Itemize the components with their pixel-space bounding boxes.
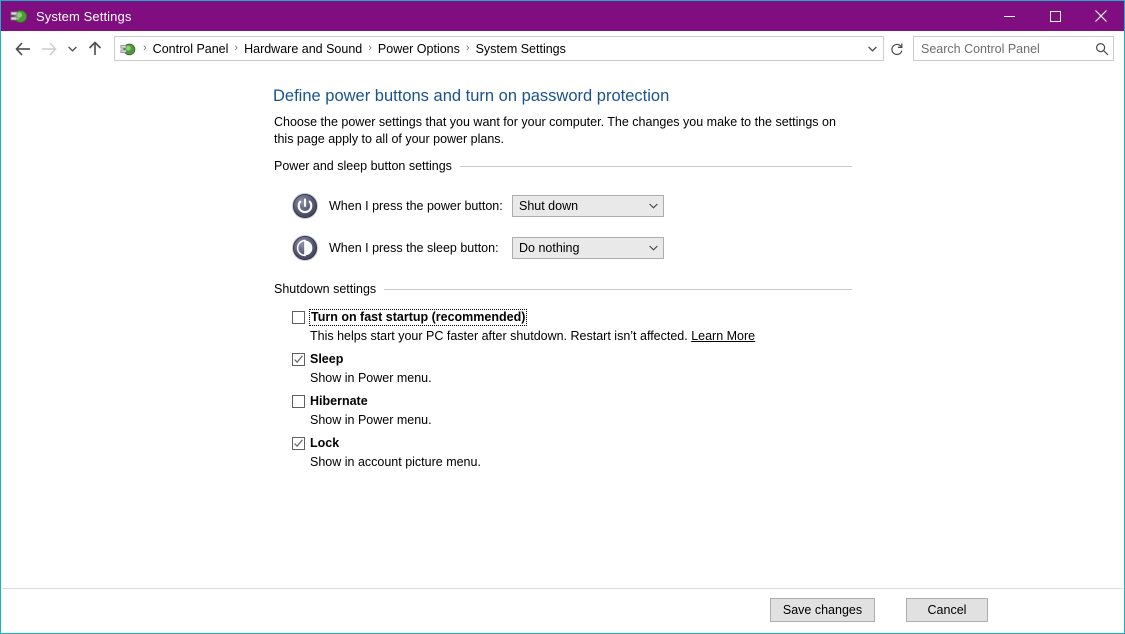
- checkbox-row-lock[interactable]: Lock: [274, 436, 852, 451]
- up-button[interactable]: [82, 36, 108, 62]
- search-input[interactable]: [914, 42, 1091, 56]
- power-and-sleep-section: Power and sleep button settings: [274, 159, 852, 262]
- hibernate-description: Show in Power menu.: [310, 413, 432, 427]
- checkbox-label-hibernate: Hibernate: [310, 394, 368, 409]
- sleep-description: Show in Power menu.: [310, 371, 432, 385]
- breadcrumb-separator: ›: [231, 43, 241, 54]
- section-divider: [460, 166, 852, 167]
- checkbox-label-fast-startup: Turn on fast startup (recommended): [310, 310, 526, 325]
- power-section-title: Power and sleep button settings: [274, 159, 460, 173]
- save-changes-button[interactable]: Save changes: [770, 598, 875, 622]
- sleep-button-value: Do nothing: [513, 241, 643, 255]
- lock-description: Show in account picture menu.: [310, 455, 481, 469]
- control-panel-icon: [120, 41, 136, 57]
- system-settings-icon: [10, 7, 28, 25]
- page-description: Choose the power settings that you want …: [274, 114, 839, 148]
- checkbox-row-fast-startup[interactable]: Turn on fast startup (recommended): [274, 310, 852, 325]
- checkbox-row-hibernate[interactable]: Hibernate: [274, 394, 852, 409]
- footer-bar: Save changes Cancel: [2, 588, 1123, 632]
- breadcrumb-item-system-settings[interactable]: System Settings: [473, 42, 569, 56]
- close-button[interactable]: [1078, 1, 1124, 31]
- power-button-icon: [291, 192, 319, 220]
- checkbox-lock[interactable]: [292, 437, 305, 450]
- breadcrumb-separator: ›: [365, 43, 375, 54]
- window-controls: [986, 1, 1124, 31]
- sleep-button-dropdown[interactable]: Do nothing: [512, 237, 664, 259]
- shutdown-section-header: Shutdown settings: [274, 282, 852, 296]
- chevron-down-icon: [643, 203, 663, 209]
- checkbox-label-sleep: Sleep: [310, 352, 343, 367]
- navigation-bar: › Control Panel › Hardware and Sound › P…: [2, 32, 1123, 65]
- fast-startup-description: This helps start your PC faster after sh…: [310, 329, 691, 343]
- checkbox-desc-lock: Show in account picture menu.: [310, 453, 852, 471]
- learn-more-link[interactable]: Learn More: [691, 329, 755, 343]
- power-button-value: Shut down: [513, 199, 643, 213]
- window-title: System Settings: [36, 9, 131, 24]
- content-area: Define power buttons and turn on passwor…: [2, 65, 1123, 590]
- power-button-dropdown[interactable]: Shut down: [512, 195, 664, 217]
- breadcrumb-separator: ›: [463, 43, 473, 54]
- checkbox-fast-startup[interactable]: [292, 311, 305, 324]
- breadcrumb-item-power-options[interactable]: Power Options: [375, 42, 463, 56]
- recent-locations-button[interactable]: [62, 36, 82, 62]
- checkbox-label-lock: Lock: [310, 436, 339, 451]
- title-bar: System Settings: [1, 1, 1124, 31]
- maximize-button[interactable]: [1032, 1, 1078, 31]
- address-bar[interactable]: › Control Panel › Hardware and Sound › P…: [114, 36, 884, 61]
- breadcrumb-separator: ›: [140, 43, 150, 54]
- system-settings-window: System Settings: [0, 0, 1125, 634]
- section-divider: [384, 289, 852, 290]
- page-title: Define power buttons and turn on passwor…: [273, 87, 669, 106]
- refresh-icon[interactable]: [885, 37, 909, 60]
- chevron-down-icon: [643, 245, 663, 251]
- sleep-button-row: When I press the sleep button: Do nothin…: [274, 234, 852, 262]
- cancel-button[interactable]: Cancel: [906, 598, 988, 622]
- checkbox-hibernate[interactable]: [292, 395, 305, 408]
- sleep-button-icon: [291, 234, 319, 262]
- search-box[interactable]: [913, 36, 1114, 61]
- checkbox-desc-fast-startup: This helps start your PC faster after sh…: [310, 327, 852, 345]
- checkbox-desc-sleep: Show in Power menu.: [310, 369, 852, 387]
- breadcrumb-item-control-panel[interactable]: Control Panel: [150, 42, 232, 56]
- shutdown-section-title: Shutdown settings: [274, 282, 384, 296]
- power-button-label: When I press the power button:: [329, 199, 512, 213]
- minimize-button[interactable]: [986, 1, 1032, 31]
- sleep-button-label: When I press the sleep button:: [329, 241, 512, 255]
- breadcrumb-item-hardware-and-sound[interactable]: Hardware and Sound: [241, 42, 365, 56]
- back-button[interactable]: [10, 36, 36, 62]
- shutdown-settings-section: Shutdown settings Turn on fast startup (…: [274, 282, 852, 471]
- checkbox-row-sleep[interactable]: Sleep: [274, 352, 852, 367]
- power-section-header: Power and sleep button settings: [274, 159, 852, 173]
- search-icon[interactable]: [1091, 42, 1113, 56]
- checkbox-sleep[interactable]: [292, 353, 305, 366]
- forward-button[interactable]: [36, 36, 62, 62]
- checkbox-desc-hibernate: Show in Power menu.: [310, 411, 852, 429]
- power-button-row: When I press the power button: Shut down: [274, 192, 852, 220]
- chevron-down-icon[interactable]: [861, 46, 883, 52]
